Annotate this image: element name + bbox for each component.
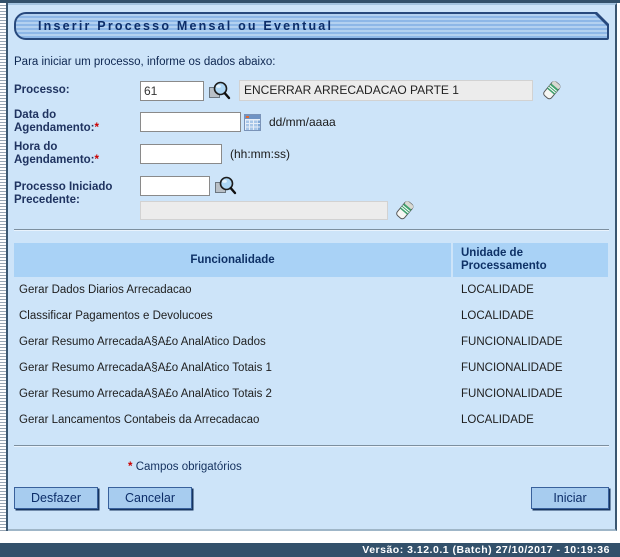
header-unidade-processamento: Unidade de Processamento [453,243,608,277]
precedente-description [140,201,388,220]
table-row: Gerar Dados Diarios Arrecadacao LOCALIDA… [14,277,608,303]
iniciar-button[interactable]: Iniciar [531,487,609,509]
header-funcionalidade: Funcionalidade [14,243,451,277]
precedente-search-icon[interactable] [214,175,237,196]
separator-line-bottom [14,445,609,447]
unidade-cell: LOCALIDADE [451,310,606,322]
processo-row: Processo: ENCERRAR ARRECADACAO PARTE 1 [14,80,615,101]
time-format-hint: (hh:mm:ss) [230,147,290,161]
processo-label: Processo: [14,84,140,97]
unidade-cell: LOCALIDADE [451,284,606,296]
funcionalidade-cell: Gerar Resumo ArrecadaA§A£o AnalAtico Tot… [14,388,451,400]
precedente-eraser-icon[interactable] [394,200,415,221]
button-row: Desfazer Cancelar Iniciar [14,487,609,509]
title-bar: Inserir Processo Mensal ou Eventual [14,12,609,40]
funcionalidade-cell: Gerar Resumo ArrecadaA§A£o AnalAtico Tot… [14,362,451,374]
data-agendamento-label: Data do Agendamento:* [14,109,140,135]
calendar-icon[interactable] [244,114,261,131]
required-fields-note: * Campos obrigatórios [128,461,615,473]
unidade-cell: FUNCIONALIDADE [451,388,606,400]
data-agendamento-row: Data do Agendamento:* dd/mm/aaaa [14,109,615,135]
processo-description: ENCERRAR ARRECADACAO PARTE 1 [239,80,533,101]
table-row: Gerar Resumo ArrecadaA§A£o AnalAtico Dad… [14,329,608,355]
table-row: Classificar Pagamentos e Devolucoes LOCA… [14,303,608,329]
funcionalidade-table: Funcionalidade Unidade de Processamento … [14,243,608,433]
required-asterisk: * [95,154,99,166]
page-body: Inserir Processo Mensal ou Eventual Para… [8,3,617,531]
date-format-hint: dd/mm/aaaa [269,115,336,129]
unidade-cell: FUNCIONALIDADE [451,336,606,348]
unidade-cell: LOCALIDADE [451,414,606,426]
processo-precedente-row: Processo Iniciado Precedente: [14,175,615,221]
intro-text: Para iniciar um processo, informe os dad… [14,56,615,68]
table-body: Gerar Dados Diarios Arrecadacao LOCALIDA… [14,277,608,433]
status-bar: Versão: 3.12.0.1 (Batch) 27/10/2017 - 10… [0,543,620,557]
processo-precedente-input[interactable] [140,176,210,196]
processo-search-icon[interactable] [208,80,231,101]
table-row: Gerar Resumo ArrecadaA§A£o AnalAtico Tot… [14,381,608,407]
data-agendamento-input[interactable] [140,112,241,132]
hora-agendamento-row: Hora do Agendamento:* (hh:mm:ss) [14,141,615,167]
processo-eraser-icon[interactable] [541,80,562,101]
page-title: Inserir Processo Mensal ou Eventual [16,14,607,38]
required-asterisk: * [95,122,99,134]
unidade-cell: FUNCIONALIDADE [451,362,606,374]
processo-precedente-label: Processo Iniciado Precedente: [14,175,140,207]
funcionalidade-cell: Gerar Resumo ArrecadaA§A£o AnalAtico Dad… [14,336,451,348]
table-header-row: Funcionalidade Unidade de Processamento [14,243,608,277]
table-row: Gerar Resumo ArrecadaA§A£o AnalAtico Tot… [14,355,608,381]
funcionalidade-cell: Classificar Pagamentos e Devolucoes [14,310,451,322]
processo-input[interactable] [140,81,204,101]
cancelar-button[interactable]: Cancelar [108,487,192,509]
hora-agendamento-label: Hora do Agendamento:* [14,141,140,167]
funcionalidade-cell: Gerar Lancamentos Contabeis da Arrecadac… [14,414,451,426]
separator-line [14,229,609,231]
version-text: Versão: 3.12.0.1 (Batch) 27/10/2017 - 10… [362,544,610,556]
required-asterisk: * [128,461,132,473]
hora-agendamento-input[interactable] [140,144,222,164]
left-decorative-strip [0,3,8,531]
funcionalidade-cell: Gerar Dados Diarios Arrecadacao [14,284,451,296]
table-row: Gerar Lancamentos Contabeis da Arrecadac… [14,407,608,433]
desfazer-button[interactable]: Desfazer [14,487,98,509]
